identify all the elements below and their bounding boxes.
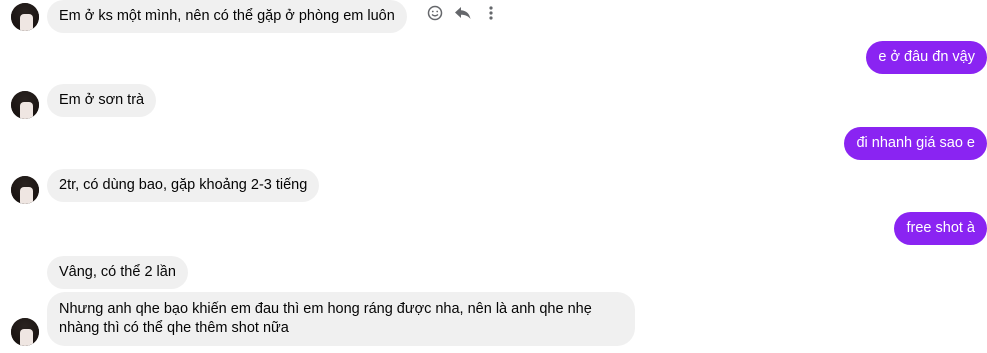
avatar[interactable] [11, 176, 39, 204]
smile-icon[interactable] [426, 4, 444, 22]
message-incoming: 2tr, có dùng bao, gặp khoảng 2-3 tiếng [47, 169, 320, 202]
avatar[interactable] [11, 3, 39, 31]
more-icon[interactable] [482, 4, 500, 22]
message-incoming: Em ở sơn trà [47, 84, 157, 117]
message-incoming: Vâng, có thể 2 lần [47, 256, 188, 289]
message-outgoing: free shot à [894, 212, 987, 245]
avatar[interactable] [11, 318, 39, 346]
message-outgoing: e ở đâu đn vậy [866, 41, 987, 74]
avatar[interactable] [11, 91, 39, 119]
message-actions [426, 4, 500, 22]
message-incoming: Em ở ks một mình, nên có thể gặp ở phòng… [47, 0, 407, 33]
message-outgoing: đi nhanh giá sao e [844, 127, 987, 160]
reply-icon[interactable] [454, 4, 472, 22]
message-incoming: Nhưng anh qhe bạo khiến em đau thì em ho… [47, 292, 635, 346]
